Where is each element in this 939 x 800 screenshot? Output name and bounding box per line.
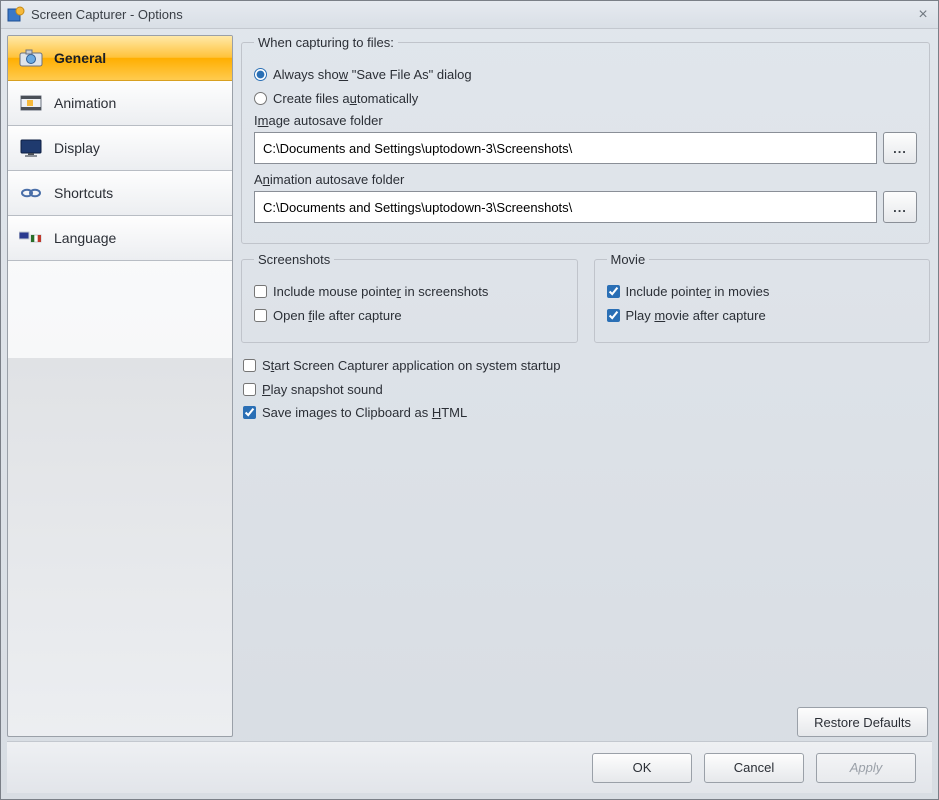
sidebar-item-label: Display	[54, 140, 100, 156]
sidebar-item-label: Animation	[54, 95, 116, 111]
camera-icon	[18, 47, 44, 69]
check-open-after-row[interactable]: Open file after capture	[254, 307, 565, 325]
check-sound[interactable]	[243, 383, 256, 396]
sidebar: General Animation Display	[7, 35, 233, 737]
capture-fieldset: When capturing to files: Always show "Sa…	[241, 35, 930, 244]
content-panel: When capturing to files: Always show "Sa…	[241, 35, 932, 737]
capture-legend: When capturing to files:	[254, 35, 398, 50]
sidebar-item-label: General	[54, 50, 106, 66]
titlebar: Screen Capturer - Options ×	[1, 1, 938, 29]
sidebar-item-animation[interactable]: Animation	[8, 81, 232, 126]
movie-fieldset: Movie Include pointer in movies Play mov…	[594, 252, 931, 343]
check-clipboard-label: Save images to Clipboard as HTML	[262, 404, 467, 422]
main-area: General Animation Display	[7, 35, 932, 737]
misc-options: Start Screen Capturer application on sys…	[241, 351, 930, 428]
check-startup-label: Start Screen Capturer application on sys…	[262, 357, 560, 375]
anim-folder-browse-button[interactable]: ...	[883, 191, 917, 223]
cancel-button[interactable]: Cancel	[704, 753, 804, 783]
ok-button[interactable]: OK	[592, 753, 692, 783]
window-title: Screen Capturer - Options	[31, 7, 914, 22]
monitor-icon	[18, 137, 44, 159]
image-folder-input[interactable]	[254, 132, 877, 164]
radio-auto[interactable]	[254, 92, 267, 105]
restore-defaults-button[interactable]: Restore Defaults	[797, 707, 928, 737]
movie-legend: Movie	[607, 252, 650, 267]
anim-folder-row: ...	[254, 191, 917, 223]
check-open-after[interactable]	[254, 309, 267, 322]
anim-folder-input[interactable]	[254, 191, 877, 223]
radio-show-dialog[interactable]	[254, 68, 267, 81]
restore-row: Restore Defaults	[241, 701, 930, 737]
image-folder-label: Image autosave folder	[254, 113, 917, 128]
sidebar-item-label: Shortcuts	[54, 185, 113, 201]
image-folder-row: ...	[254, 132, 917, 164]
options-window: Screen Capturer - Options × General Anim…	[0, 0, 939, 800]
radio-show-dialog-label: Always show "Save File As" dialog	[273, 66, 472, 84]
sidebar-item-language[interactable]: Language	[8, 216, 232, 261]
radio-auto-label: Create files automatically	[273, 90, 418, 108]
sidebar-item-label: Language	[54, 230, 116, 246]
check-startup-row[interactable]: Start Screen Capturer application on sys…	[243, 357, 928, 375]
screenshots-legend: Screenshots	[254, 252, 334, 267]
check-include-pointer-screenshots[interactable]	[254, 285, 267, 298]
link-icon	[18, 182, 44, 204]
sidebar-item-shortcuts[interactable]: Shortcuts	[8, 171, 232, 216]
close-icon[interactable]: ×	[914, 6, 932, 24]
check-startup[interactable]	[243, 359, 256, 372]
screenshots-fieldset: Screenshots Include mouse pointer in scr…	[241, 252, 578, 343]
check-include-pointer-movies-label: Include pointer in movies	[626, 283, 770, 301]
radio-auto-row[interactable]: Create files automatically	[254, 90, 917, 108]
check-clipboard-row[interactable]: Save images to Clipboard as HTML	[243, 404, 928, 422]
image-folder-browse-button[interactable]: ...	[883, 132, 917, 164]
client-area: General Animation Display	[1, 29, 938, 799]
check-clipboard[interactable]	[243, 406, 256, 419]
two-column-groups: Screenshots Include mouse pointer in scr…	[241, 252, 930, 343]
sidebar-item-display[interactable]: Display	[8, 126, 232, 171]
sidebar-item-general[interactable]: General	[8, 36, 232, 81]
film-icon	[18, 92, 44, 114]
anim-folder-label: Animation autosave folder	[254, 172, 917, 187]
check-include-pointer-screenshots-label: Include mouse pointer in screenshots	[273, 283, 488, 301]
flags-icon	[18, 227, 44, 249]
check-include-pointer-screenshots-row[interactable]: Include mouse pointer in screenshots	[254, 283, 565, 301]
dialog-footer: OK Cancel Apply	[7, 741, 932, 793]
check-sound-label: Play snapshot sound	[262, 381, 383, 399]
check-sound-row[interactable]: Play snapshot sound	[243, 381, 928, 399]
check-play-movie-after-label: Play movie after capture	[626, 307, 766, 325]
check-play-movie-after-row[interactable]: Play movie after capture	[607, 307, 918, 325]
apply-button[interactable]: Apply	[816, 753, 916, 783]
check-include-pointer-movies-row[interactable]: Include pointer in movies	[607, 283, 918, 301]
check-open-after-label: Open file after capture	[273, 307, 402, 325]
app-icon	[7, 6, 25, 24]
radio-show-dialog-row[interactable]: Always show "Save File As" dialog	[254, 66, 917, 84]
check-play-movie-after[interactable]	[607, 309, 620, 322]
check-include-pointer-movies[interactable]	[607, 285, 620, 298]
